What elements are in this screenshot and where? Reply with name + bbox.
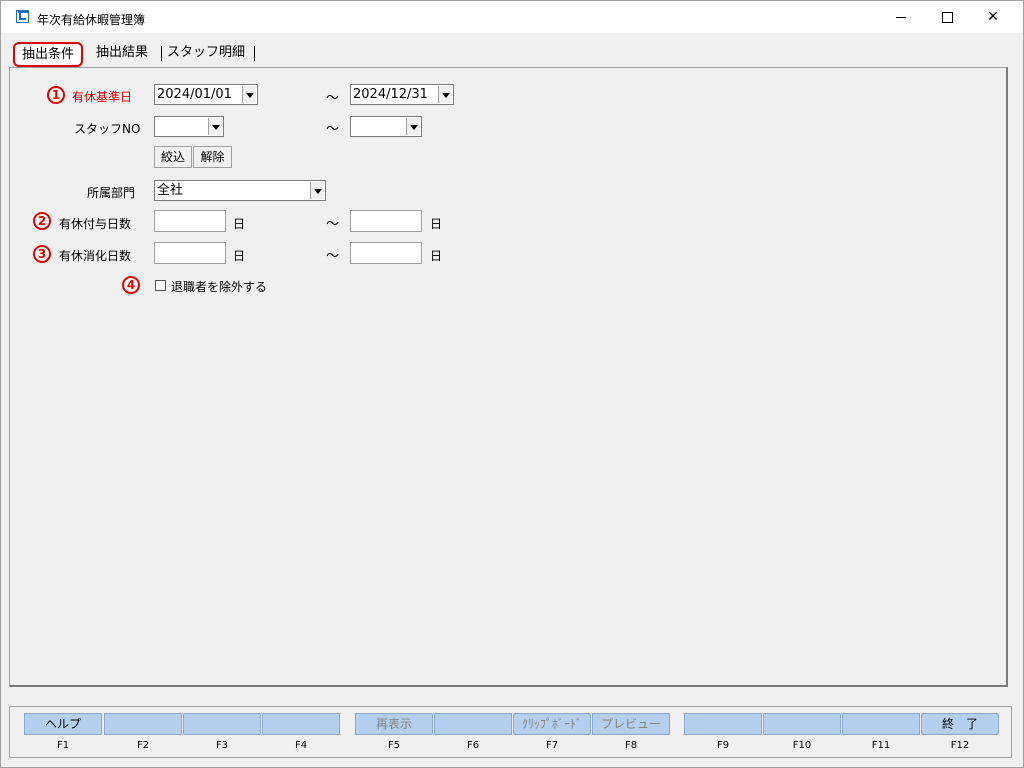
used-days-from-input[interactable] bbox=[154, 242, 226, 264]
f11-button[interactable] bbox=[842, 713, 920, 735]
f3-button[interactable] bbox=[183, 713, 261, 735]
clear-button[interactable]: 解除 bbox=[193, 146, 232, 168]
f6-key-label: F6 bbox=[466, 740, 480, 751]
window-title: 年次有給休暇管理簿 bbox=[37, 13, 146, 27]
used-days-to-input[interactable] bbox=[350, 242, 422, 264]
department-label: 所属部門 bbox=[87, 186, 136, 200]
exclude-retired-label[interactable]: 退職者を除外する bbox=[171, 278, 267, 295]
day-unit: 日 bbox=[233, 249, 246, 263]
f2-button[interactable] bbox=[104, 713, 182, 735]
filter-button[interactable]: 絞込 bbox=[154, 146, 192, 168]
chevron-down-icon[interactable] bbox=[242, 86, 256, 103]
chevron-down-icon[interactable] bbox=[208, 118, 222, 135]
f10-key-label: F10 bbox=[792, 740, 812, 751]
f10-button[interactable] bbox=[763, 713, 841, 735]
f8-key-label: F8 bbox=[624, 740, 638, 751]
f5-key-label: F5 bbox=[387, 740, 401, 751]
tab-extract-results[interactable]: 抽出結果 bbox=[92, 42, 152, 64]
staff-no-from-select[interactable] bbox=[154, 116, 224, 137]
grant-days-from-input[interactable] bbox=[154, 210, 226, 232]
tab-staff-details[interactable]: スタッフ明細 bbox=[163, 42, 249, 64]
base-date-label: 有休基準日 bbox=[72, 90, 133, 104]
base-date-to-value: 2024/12/31 bbox=[353, 87, 428, 102]
f7-key-label: F7 bbox=[545, 740, 559, 751]
annotation-marker-2: 2 bbox=[33, 212, 51, 230]
f3-key-label: F3 bbox=[215, 740, 229, 751]
range-tilde: ～ bbox=[326, 217, 340, 232]
minimize-icon bbox=[896, 16, 906, 18]
day-unit: 日 bbox=[430, 217, 443, 231]
f5-refresh-button[interactable]: 再表示 bbox=[355, 713, 433, 735]
range-tilde: ～ bbox=[326, 91, 340, 106]
title-bar: 年次有給休暇管理簿 ✕ bbox=[1, 1, 1023, 33]
close-icon: ✕ bbox=[987, 9, 999, 25]
base-date-to-select[interactable]: 2024/12/31 bbox=[350, 84, 454, 105]
f6-button[interactable] bbox=[434, 713, 512, 735]
f4-key-label: F4 bbox=[294, 740, 308, 751]
f1-help-button[interactable]: ヘルプ bbox=[24, 713, 102, 735]
annotation-marker-4: 4 bbox=[122, 276, 140, 294]
base-date-from-select[interactable]: 2024/01/01 bbox=[154, 84, 258, 105]
staff-no-label: スタッフNO bbox=[74, 122, 141, 136]
annotation-marker-1: 1 bbox=[47, 86, 65, 104]
day-unit: 日 bbox=[233, 217, 246, 231]
f1-key-label: F1 bbox=[56, 740, 70, 751]
chevron-down-icon[interactable] bbox=[406, 118, 420, 135]
base-date-from-value: 2024/01/01 bbox=[157, 87, 232, 102]
annotation-marker-3: 3 bbox=[33, 245, 51, 263]
tab-separator bbox=[161, 46, 162, 61]
f9-button[interactable] bbox=[684, 713, 762, 735]
tab-separator bbox=[254, 46, 255, 61]
app-icon bbox=[16, 10, 29, 23]
range-tilde: ～ bbox=[326, 122, 340, 137]
f11-key-label: F11 bbox=[871, 740, 891, 751]
grant-days-to-input[interactable] bbox=[350, 210, 422, 232]
department-value: 全社 bbox=[157, 183, 184, 198]
grant-days-label: 有休付与日数 bbox=[59, 217, 132, 231]
f12-key-label: F12 bbox=[950, 740, 970, 751]
maximize-icon bbox=[941, 11, 953, 23]
f4-button[interactable] bbox=[262, 713, 340, 735]
used-days-label: 有休消化日数 bbox=[59, 249, 132, 263]
minimize-button[interactable] bbox=[878, 1, 924, 33]
f2-key-label: F2 bbox=[136, 740, 150, 751]
f9-key-label: F9 bbox=[716, 740, 730, 751]
chevron-down-icon[interactable] bbox=[438, 86, 452, 103]
range-tilde: ～ bbox=[326, 249, 340, 264]
department-select[interactable]: 全社 bbox=[154, 180, 326, 201]
tab-extract-conditions[interactable]: 抽出条件 bbox=[13, 42, 84, 67]
day-unit: 日 bbox=[430, 249, 443, 263]
exclude-retired-checkbox[interactable] bbox=[155, 280, 166, 291]
f8-preview-button[interactable]: プレビュー bbox=[592, 713, 670, 735]
close-button[interactable]: ✕ bbox=[970, 1, 1016, 33]
staff-no-to-select[interactable] bbox=[350, 116, 422, 137]
f12-exit-button[interactable]: 終 了 bbox=[921, 713, 999, 735]
chevron-down-icon[interactable] bbox=[310, 182, 324, 199]
maximize-button[interactable] bbox=[924, 1, 970, 33]
f7-clipboard-button[interactable]: ｸﾘｯﾌﾟﾎﾞｰﾄﾞ bbox=[513, 713, 591, 735]
